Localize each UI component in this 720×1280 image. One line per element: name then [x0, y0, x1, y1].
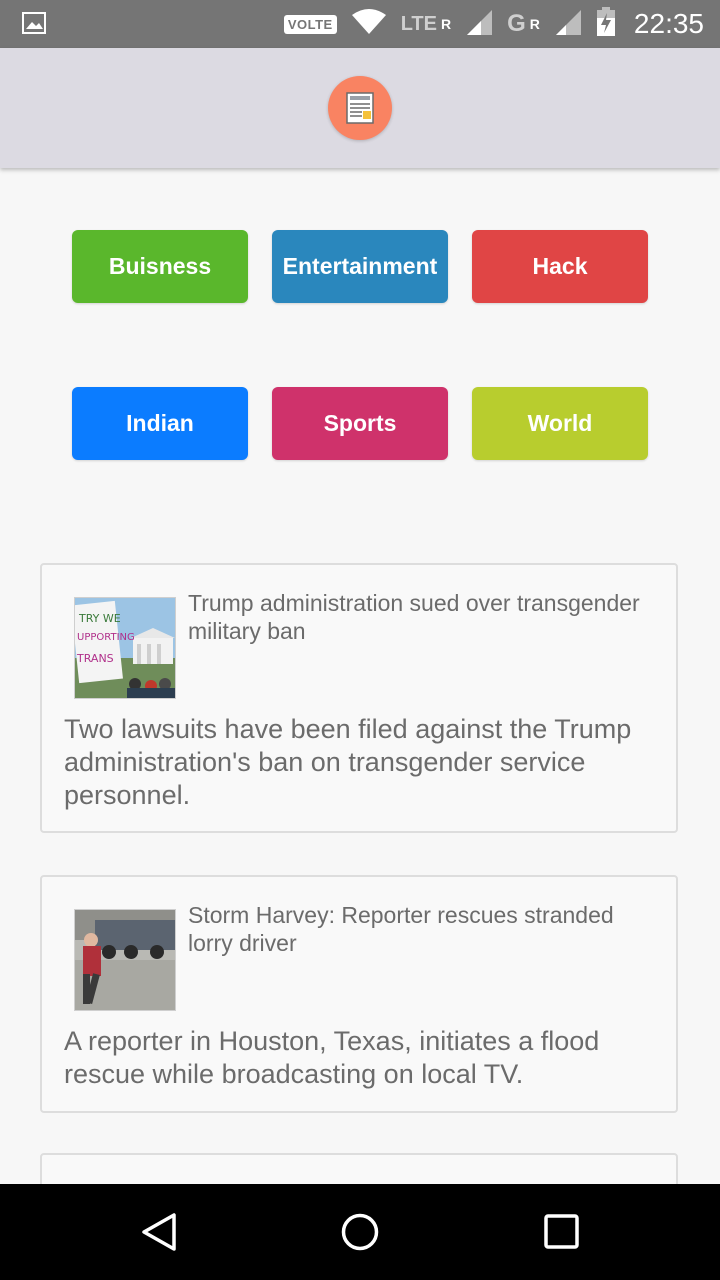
category-label: Buisness: [108, 253, 212, 279]
volte-badge: VOLTE: [283, 14, 337, 34]
category-label: Indian: [126, 410, 194, 436]
svg-text:TRY WE: TRY WE: [78, 612, 121, 625]
article-thumbnail: TRY WE UPPORTING TRANS: [74, 597, 176, 699]
news-card[interactable]: TRY WE UPPORTING TRANS Trump administrat…: [40, 563, 678, 833]
newspaper-icon[interactable]: [328, 76, 392, 140]
navigation-bar: [0, 1184, 720, 1280]
signal-icon-2: [554, 8, 582, 41]
category-entertainment-button[interactable]: Entertainment: [272, 230, 448, 303]
category-label: Sports: [323, 410, 397, 436]
category-label: Hack: [532, 253, 588, 279]
roaming-indicator: R: [441, 16, 452, 32]
article-description: Two lawsuits have been filed against the…: [64, 714, 632, 810]
category-indian-button[interactable]: Indian: [72, 387, 248, 460]
image-notification-icon: [22, 12, 46, 39]
category-sports-button[interactable]: Sports: [272, 387, 448, 460]
wifi-icon: [351, 8, 387, 40]
status-bar: VOLTE LTE R G R 22:35: [0, 0, 720, 48]
g-label: G: [507, 10, 526, 37]
news-card[interactable]: Storm Harvey: Reporter rescues stranded …: [40, 875, 678, 1113]
home-icon[interactable]: [340, 1212, 380, 1257]
recents-icon[interactable]: [542, 1212, 582, 1257]
category-hack-button[interactable]: Hack: [472, 230, 648, 303]
lte-label: LTE: [400, 12, 437, 35]
category-label: Entertainment: [282, 253, 438, 279]
battery-charging-icon: [596, 6, 616, 42]
back-icon[interactable]: [140, 1212, 180, 1257]
category-label: World: [527, 410, 593, 436]
article-description: A reporter in Houston, Texas, initiates …: [64, 1026, 600, 1089]
article-title: Trump administration sued over transgend…: [188, 590, 640, 644]
roaming-indicator-2: R: [529, 16, 540, 32]
clock: 22:35: [633, 8, 704, 39]
category-business-button[interactable]: Buisness: [72, 230, 248, 303]
svg-text:TRANS: TRANS: [76, 652, 114, 665]
category-world-button[interactable]: World: [472, 387, 648, 460]
svg-text:UPPORTING: UPPORTING: [77, 632, 135, 643]
article-title: Storm Harvey: Reporter rescues stranded …: [188, 902, 614, 956]
article-thumbnail: [74, 909, 176, 1011]
app-bar: [0, 48, 720, 168]
signal-icon: [465, 8, 493, 41]
